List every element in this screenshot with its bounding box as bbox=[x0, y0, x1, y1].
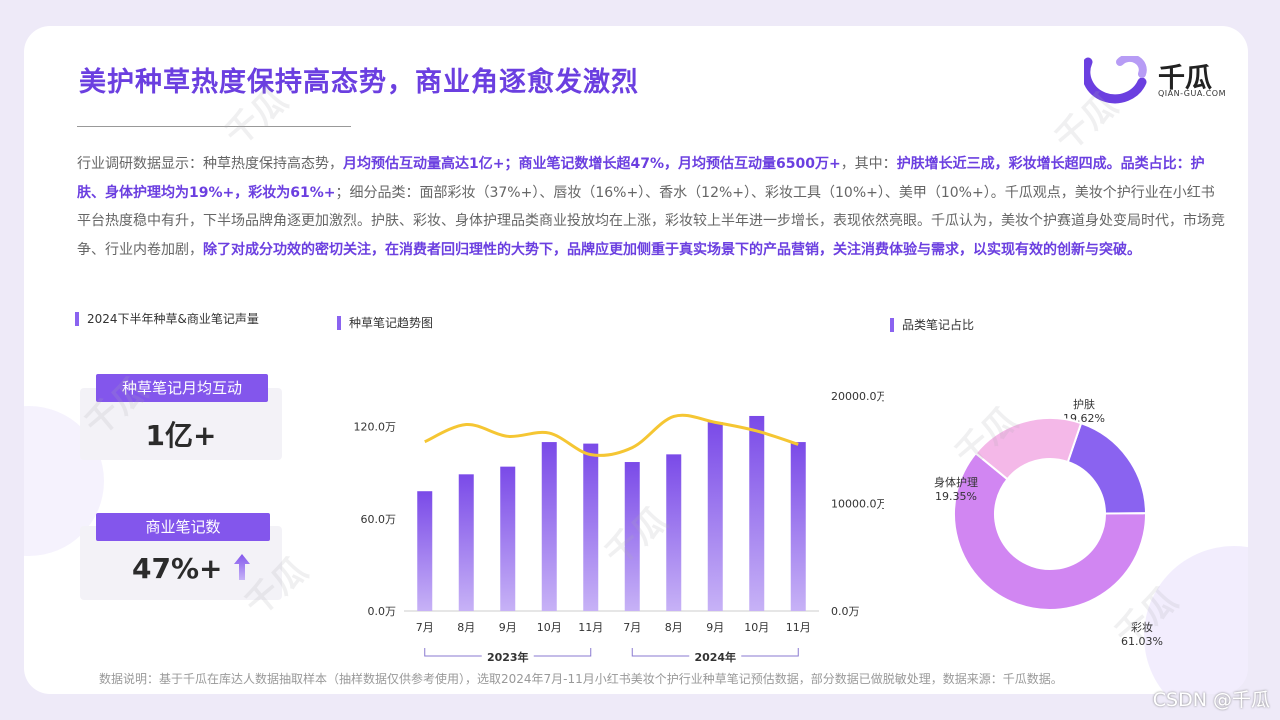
intro-text: ，其中： bbox=[840, 156, 897, 172]
line-interactions bbox=[424, 413, 799, 457]
logo-domain: QIAN-GUA.COM bbox=[1158, 89, 1227, 98]
data-footnote: 数据说明：基于千瓜在库达人数据抽取样本（抽样数据仅供参考使用），选取2024年7… bbox=[99, 672, 1063, 686]
bar-notes bbox=[541, 442, 557, 611]
kpi-label-commercial: 商业笔记数 bbox=[96, 513, 270, 541]
y-right-tick-label: 20000.0万 bbox=[831, 390, 884, 403]
y-left-tick-label: 60.0万 bbox=[361, 513, 397, 526]
trend-chart-title: 种草笔记趋势图 bbox=[337, 316, 433, 330]
slice-name-label: 身体护理 bbox=[934, 475, 978, 489]
bar-notes bbox=[417, 491, 433, 611]
intro-text: 行业调研数据显示：种草热度保持高态势， bbox=[77, 156, 343, 172]
x-tick-label: 10月 bbox=[537, 621, 562, 634]
page-title: 美护种草热度保持高态势，商业角逐愈发激烈 bbox=[79, 67, 639, 98]
kpi-section-title: 2024下半年种草&商业笔记声量 bbox=[75, 312, 259, 326]
intro-highlight: 月均预估互动量高达1亿+；商业笔记数增长超47%，月均预估互动量6500万+ bbox=[343, 156, 841, 172]
x-tick-label: 10月 bbox=[744, 621, 769, 634]
csdn-watermark: CSDN @千瓜 bbox=[1152, 689, 1270, 711]
y-right-tick-label: 10000.0万 bbox=[831, 498, 884, 511]
trend-chart: 0.0万 60.0万 120.0万 0.0万 10000.0万 20000.0万 7月 8月 9… bbox=[354, 390, 884, 664]
bar-notes bbox=[707, 422, 723, 611]
kpi-value-commercial: 47%+ bbox=[132, 552, 223, 585]
intro-highlight: 除了对成分功效的密切关注，在消费者回归理性的大势下，品牌应更加侧重于真实场景下的… bbox=[203, 241, 1141, 258]
x-tick-label: 8月 bbox=[665, 621, 683, 634]
bar-notes bbox=[583, 443, 599, 611]
y-right-tick-label: 0.0万 bbox=[831, 605, 860, 618]
bar-notes bbox=[790, 442, 806, 611]
bar-notes bbox=[749, 415, 765, 611]
pie-chart-title: 品类笔记占比 bbox=[890, 318, 974, 332]
x-tick-label: 7月 bbox=[416, 621, 434, 634]
bar-notes bbox=[500, 466, 516, 611]
x-tick-label: 8月 bbox=[457, 621, 475, 634]
y-left-tick-label: 120.0万 bbox=[354, 421, 397, 434]
title-divider bbox=[77, 126, 351, 127]
slice-percent-label: 19.35% bbox=[935, 490, 977, 503]
x-tick-label: 7月 bbox=[623, 621, 641, 634]
intro-paragraph: 行业调研数据显示：种草热度保持高态势，月均预估互动量高达1亿+；商业笔记数增长超… bbox=[77, 150, 1227, 264]
x-tick-label: 9月 bbox=[499, 621, 517, 634]
year-label: 2023年 bbox=[487, 650, 529, 664]
x-tick-label: 11月 bbox=[786, 621, 811, 634]
x-tick-label: 9月 bbox=[706, 621, 724, 634]
bar-notes bbox=[458, 474, 474, 611]
y-left-tick-label: 0.0万 bbox=[368, 605, 397, 618]
slice-name-label: 护肤 bbox=[1073, 397, 1095, 411]
x-tick-label: 11月 bbox=[578, 621, 603, 634]
donut-slice bbox=[1066, 421, 1148, 515]
year-label: 2024年 bbox=[694, 650, 736, 664]
